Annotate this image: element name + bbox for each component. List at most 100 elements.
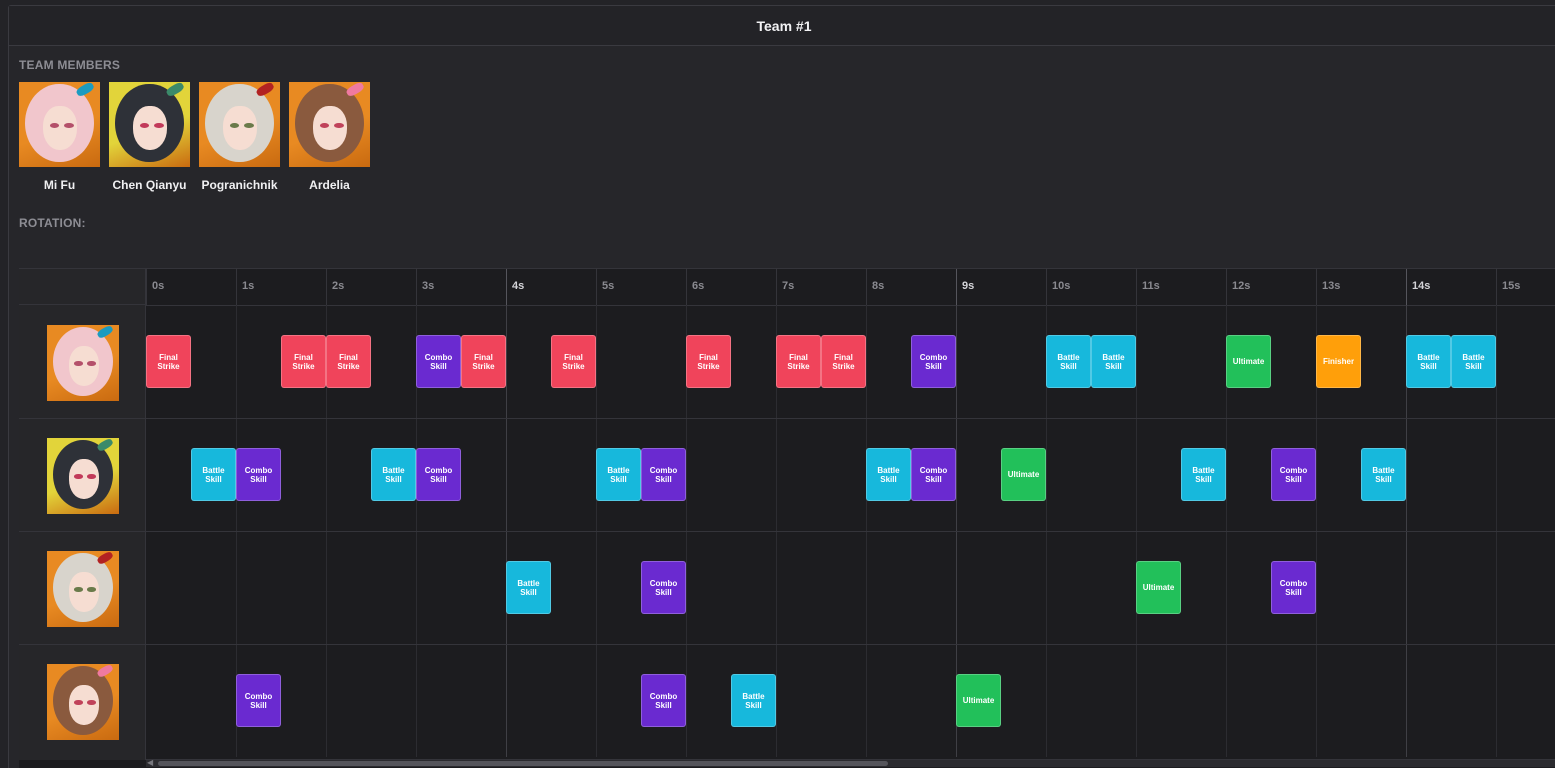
skill-label: Ultimate <box>962 696 995 705</box>
skill-label: Final Strike <box>157 352 180 371</box>
skill-block[interactable]: Battle Skill <box>1046 335 1091 388</box>
member-card[interactable]: Ardelia <box>289 82 370 192</box>
skill-block[interactable]: Final Strike <box>461 335 506 388</box>
skill-block[interactable]: Combo Skill <box>911 448 956 501</box>
skill-block[interactable]: Ultimate <box>956 674 1001 727</box>
member-card[interactable]: Chen Qianyu <box>109 82 190 192</box>
skill-block[interactable]: Combo Skill <box>236 674 281 727</box>
skill-block[interactable]: Finisher <box>1316 335 1361 388</box>
skill-block[interactable]: Battle Skill <box>866 448 911 501</box>
member-name: Ardelia <box>309 178 350 192</box>
skill-block[interactable]: Battle Skill <box>596 448 641 501</box>
member-card[interactable]: Pogranichnik <box>199 82 280 192</box>
skill-label: Battle Skill <box>382 465 405 484</box>
skill-block[interactable]: Final Strike <box>776 335 821 388</box>
rotation-timeline: ◀ 0s 1s 2s 3s 4s 5s 6s 7s 8s 9s 10s 11s 12s 13s 14s 15s… <box>19 268 1555 768</box>
skill-block[interactable]: Combo Skill <box>1271 448 1316 501</box>
skill-label: Battle Skill <box>607 465 630 484</box>
time-tick: 2s <box>326 269 416 305</box>
skill-block[interactable]: Battle Skill <box>191 448 236 501</box>
skill-label: Battle Skill <box>517 578 540 597</box>
skill-block[interactable]: Battle Skill <box>506 561 551 614</box>
time-tick: 15s <box>1496 269 1555 305</box>
skill-block[interactable]: Ultimate <box>1136 561 1181 614</box>
time-tick: 7s <box>776 269 866 305</box>
time-tick: 11s <box>1136 269 1226 305</box>
skill-block[interactable]: Combo Skill <box>911 335 956 388</box>
time-tick: 5s <box>596 269 686 305</box>
skill-label: Combo Skill <box>1279 578 1308 597</box>
skill-block[interactable]: Ultimate <box>1226 335 1271 388</box>
skill-label: Combo Skill <box>919 352 948 371</box>
skill-label: Ultimate <box>1007 470 1040 479</box>
skill-block[interactable]: Battle Skill <box>1451 335 1496 388</box>
skill-block[interactable]: Final Strike <box>326 335 371 388</box>
timeline-scrollbar[interactable]: ◀ <box>146 758 1555 767</box>
team-members-list: Mi Fu Chen Qianyu Pogranichnik Ardelia <box>19 82 370 192</box>
team-members-label: TEAM MEMBERS <box>19 58 121 72</box>
skill-label: Combo Skill <box>424 465 453 484</box>
skill-block[interactable]: Combo Skill <box>641 448 686 501</box>
skill-label: Combo Skill <box>424 352 453 371</box>
skill-label: Final Strike <box>292 352 315 371</box>
skill-block[interactable]: Battle Skill <box>1091 335 1136 388</box>
skill-block[interactable]: Battle Skill <box>1406 335 1451 388</box>
timeline-corner <box>19 269 146 305</box>
skill-block[interactable]: Combo Skill <box>641 561 686 614</box>
skill-label: Combo Skill <box>244 691 273 710</box>
skill-block[interactable]: Combo Skill <box>1271 561 1316 614</box>
skill-block[interactable]: Battle Skill <box>1361 448 1406 501</box>
skill-label: Final Strike <box>697 352 720 371</box>
skill-label: Finisher <box>1322 357 1355 366</box>
time-tick: 13s <box>1316 269 1406 305</box>
member-name: Pogranichnik <box>201 178 278 192</box>
skill-block[interactable]: Battle Skill <box>731 674 776 727</box>
row-member-portrait <box>47 664 119 740</box>
skill-label: Battle Skill <box>1462 352 1485 371</box>
skill-block[interactable]: Ultimate <box>1001 448 1046 501</box>
skill-label: Battle Skill <box>1102 352 1125 371</box>
skill-block[interactable]: Combo Skill <box>641 674 686 727</box>
skill-label: Battle Skill <box>877 465 900 484</box>
skill-block[interactable]: Final Strike <box>281 335 326 388</box>
skill-label: Combo Skill <box>919 465 948 484</box>
skill-label: Final Strike <box>787 352 810 371</box>
time-tick: 4s <box>506 269 596 305</box>
member-portrait <box>199 82 280 167</box>
time-tick: 8s <box>866 269 956 305</box>
skill-label: Battle Skill <box>1192 465 1215 484</box>
member-portrait <box>289 82 370 167</box>
time-tick: 14s <box>1406 269 1496 305</box>
row-member-portrait <box>47 438 119 514</box>
skill-label: Ultimate <box>1142 583 1175 592</box>
skill-block[interactable]: Final Strike <box>686 335 731 388</box>
member-portrait <box>19 82 100 167</box>
row-member-portrait <box>47 325 119 401</box>
time-tick: 9s <box>956 269 1046 305</box>
member-card[interactable]: Mi Fu <box>19 82 100 192</box>
time-tick: 12s <box>1226 269 1316 305</box>
skill-label: Battle Skill <box>1057 352 1080 371</box>
time-tick: 1s <box>236 269 326 305</box>
panel-header: Team #1 <box>9 6 1555 46</box>
skill-block[interactable]: Final Strike <box>551 335 596 388</box>
scrollbar-thumb[interactable] <box>158 761 888 766</box>
panel-title: Team #1 <box>756 17 812 34</box>
skill-label: Final Strike <box>562 352 585 371</box>
skill-block[interactable]: Final Strike <box>821 335 866 388</box>
skill-block[interactable]: Combo Skill <box>416 448 461 501</box>
scroll-left-icon[interactable]: ◀ <box>147 758 153 767</box>
skill-block[interactable]: Battle Skill <box>371 448 416 501</box>
skill-label: Combo Skill <box>649 465 678 484</box>
skill-block[interactable]: Combo Skill <box>236 448 281 501</box>
skill-label: Combo Skill <box>649 578 678 597</box>
rotation-label: ROTATION: <box>19 216 86 230</box>
skill-block[interactable]: Final Strike <box>146 335 191 388</box>
skill-label: Battle Skill <box>202 465 225 484</box>
skill-label: Final Strike <box>337 352 360 371</box>
member-portrait <box>109 82 190 167</box>
skill-label: Combo Skill <box>1279 465 1308 484</box>
skill-block[interactable]: Combo Skill <box>416 335 461 388</box>
skill-block[interactable]: Battle Skill <box>1181 448 1226 501</box>
time-tick: 10s <box>1046 269 1136 305</box>
